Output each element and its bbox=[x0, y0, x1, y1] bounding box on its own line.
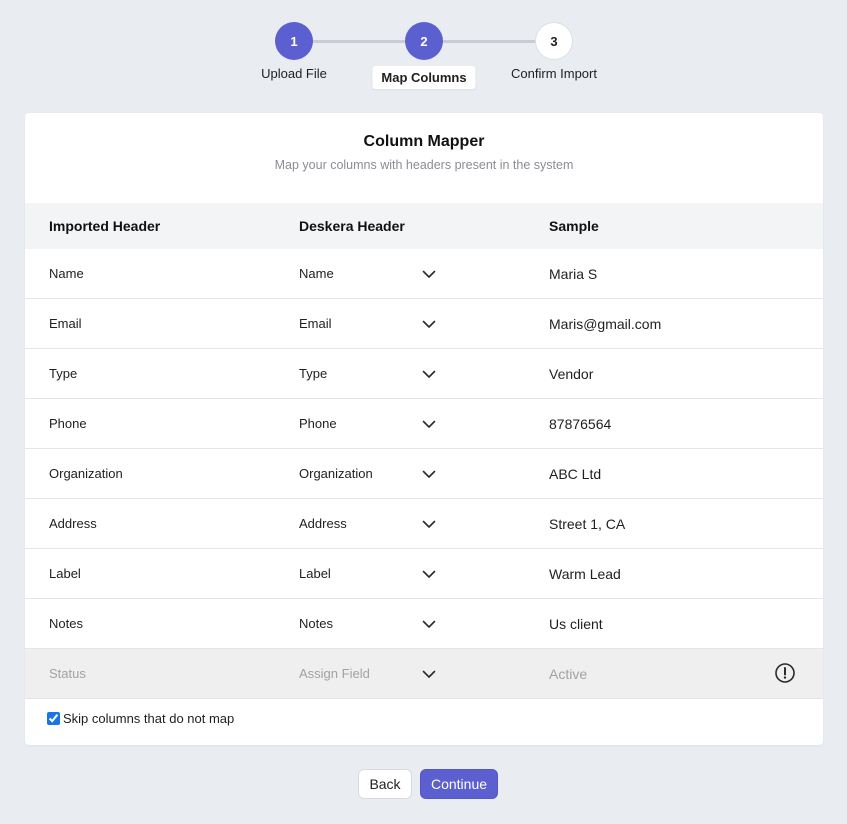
header-deskera: Deskera Header bbox=[299, 218, 405, 234]
step-3-label: Confirm Import bbox=[511, 66, 597, 81]
step-2-circle: 2 bbox=[405, 22, 443, 60]
chevron-down-icon[interactable] bbox=[421, 466, 437, 482]
sample-cell: 87876564 bbox=[549, 415, 612, 432]
step-1-circle: 1 bbox=[275, 22, 313, 60]
step-1-label: Upload File bbox=[261, 66, 327, 81]
header-sample: Sample bbox=[549, 218, 599, 234]
chevron-down-icon[interactable] bbox=[421, 666, 437, 682]
imported-header-cell: Label bbox=[49, 566, 81, 581]
deskera-header-select[interactable]: Notes bbox=[299, 616, 333, 631]
deskera-header-select[interactable]: Type bbox=[299, 366, 327, 381]
sample-cell: Maris@gmail.com bbox=[549, 315, 662, 332]
skip-columns-checkbox[interactable] bbox=[47, 712, 60, 725]
deskera-header-select[interactable]: Email bbox=[299, 316, 332, 331]
imported-header-cell: Name bbox=[49, 266, 84, 281]
header-imported: Imported Header bbox=[49, 218, 161, 234]
step-2-number: 2 bbox=[420, 33, 428, 49]
table-row: Name Name Maria S bbox=[25, 249, 823, 299]
sample-cell: Warm Lead bbox=[549, 565, 621, 582]
back-button[interactable]: Back bbox=[358, 769, 412, 799]
imported-header-cell: Status bbox=[49, 666, 86, 681]
imported-header-cell: Organization bbox=[49, 466, 123, 481]
deskera-header-select[interactable]: Assign Field bbox=[299, 666, 370, 681]
step-connector-1-2 bbox=[312, 40, 408, 43]
chevron-down-icon[interactable] bbox=[421, 316, 437, 332]
imported-header-cell: Type bbox=[49, 366, 78, 381]
chevron-down-icon[interactable] bbox=[421, 516, 437, 532]
step-connector-2-3 bbox=[442, 40, 538, 43]
imported-header-cell: Email bbox=[49, 316, 82, 331]
sample-cell: ABC Ltd bbox=[549, 465, 602, 482]
imported-header-cell: Phone bbox=[49, 416, 87, 431]
card-subtitle: Map your columns with headers present in… bbox=[274, 158, 574, 172]
step-3-number: 3 bbox=[550, 33, 558, 49]
chevron-down-icon[interactable] bbox=[421, 266, 437, 282]
deskera-header-select[interactable]: Phone bbox=[299, 416, 337, 431]
table-row: Phone Phone 87876564 bbox=[25, 399, 823, 449]
sample-cell: Vendor bbox=[549, 365, 594, 382]
skip-columns-label: Skip columns that do not map bbox=[63, 711, 235, 726]
deskera-header-select[interactable]: Name bbox=[299, 266, 334, 281]
deskera-header-select[interactable]: Label bbox=[299, 566, 331, 581]
table-header: Imported Header Deskera Header Sample bbox=[25, 203, 823, 249]
chevron-down-icon[interactable] bbox=[421, 616, 437, 632]
table-body: Name Name Maria S Email Email Maris@gmail.com… bbox=[25, 249, 823, 699]
chevron-down-icon[interactable] bbox=[421, 566, 437, 582]
imported-header-cell: Notes bbox=[49, 616, 83, 631]
deskera-header-select[interactable]: Address bbox=[299, 516, 347, 531]
chevron-down-icon[interactable] bbox=[421, 366, 437, 382]
table-row: Type Type Vendor bbox=[25, 349, 823, 399]
step-2-label: Map Columns bbox=[372, 66, 476, 89]
table-row: Notes Notes Us client bbox=[25, 599, 823, 649]
table-row: Organization Organization ABC Ltd bbox=[25, 449, 823, 499]
continue-button[interactable]: Continue bbox=[420, 769, 498, 799]
info-icon[interactable] bbox=[774, 662, 796, 684]
step-1-number: 1 bbox=[290, 33, 298, 49]
deskera-header-select[interactable]: Organization bbox=[299, 466, 373, 481]
sample-cell: Street 1, CA bbox=[549, 515, 626, 532]
table-row: Email Email Maris@gmail.com bbox=[25, 299, 823, 349]
table-row: Address Address Street 1, CA bbox=[25, 499, 823, 549]
sample-cell: Us client bbox=[549, 615, 603, 632]
column-mapper-card: Column Mapper Map your columns with head… bbox=[25, 113, 823, 745]
imported-header-cell: Address bbox=[49, 516, 97, 531]
sample-cell: Maria S bbox=[549, 265, 598, 282]
sample-cell: Active bbox=[549, 665, 588, 682]
mapping-table: Imported Header Deskera Header Sample Na… bbox=[25, 203, 823, 699]
chevron-down-icon[interactable] bbox=[421, 416, 437, 432]
card-title: Column Mapper bbox=[363, 133, 485, 150]
table-row: Status Assign Field Active bbox=[25, 649, 823, 699]
import-stepper: 1 2 3 Upload File Map Columns Confirm Im… bbox=[0, 0, 847, 100]
table-row: Label Label Warm Lead bbox=[25, 549, 823, 599]
step-3-circle: 3 bbox=[535, 22, 573, 60]
skip-columns-option[interactable]: Skip columns that do not map bbox=[47, 711, 234, 726]
